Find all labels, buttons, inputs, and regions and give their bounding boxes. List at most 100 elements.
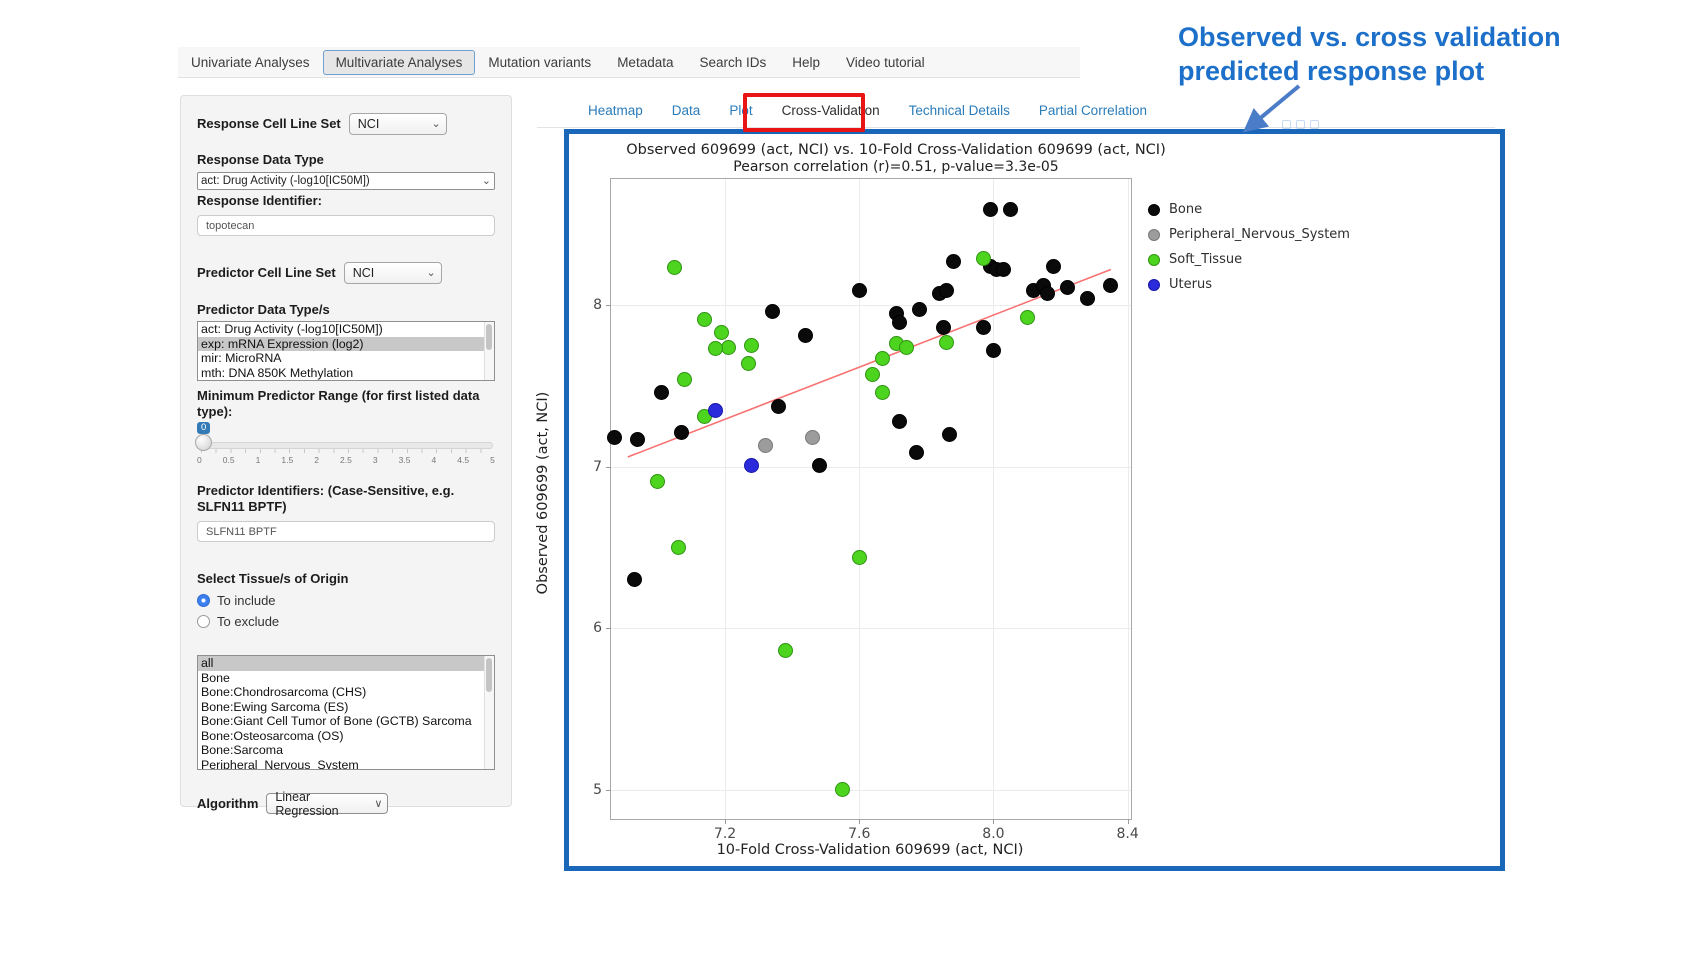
nav-tab-metadata[interactable]: Metadata <box>604 50 686 75</box>
radio-button-icon[interactable] <box>197 594 210 607</box>
slider-tick-label: 0.5 <box>223 455 235 465</box>
nav-tab-help[interactable]: Help <box>779 50 833 75</box>
algorithm-value: Linear Regression <box>275 790 368 818</box>
plot-legend: Bone Peripheral_Nervous_System Soft_Tissue… <box>1148 202 1350 302</box>
response-cell-line-set-label: Response Cell Line Set <box>197 116 341 132</box>
slider-tick-label: 4.5 <box>457 455 469 465</box>
slider-tick-label: 2.5 <box>340 455 352 465</box>
nav-tab-multivariate-analyses[interactable]: Multivariate Analyses <box>323 50 476 75</box>
plot-title: Observed 609699 (act, NCI) vs. 10-Fold C… <box>566 142 1226 158</box>
tab-partial-correlation[interactable]: Partial Correlation <box>1037 99 1149 122</box>
predictor-cell-line-set-value: NCI <box>353 266 375 280</box>
predictor-data-types-label: Predictor Data Type/s <box>197 302 495 318</box>
algorithm-select[interactable]: Linear Regression ∨ <box>266 793 388 814</box>
blue-annotation-box <box>564 129 1505 871</box>
scrollbar-thumb[interactable] <box>486 658 492 692</box>
callout-arrow-icon <box>1235 78 1310 140</box>
tissue-option-peripheral-nervous-system[interactable]: Peripheral_Nervous_System <box>198 758 494 771</box>
response-identifier-input[interactable] <box>197 215 495 236</box>
legend-dot-icon <box>1148 229 1160 241</box>
radio-to-include[interactable]: To include <box>197 592 495 608</box>
predictor-data-types-listbox[interactable]: act: Drug Activity (-log10[IC50M])exp: m… <box>197 321 495 381</box>
radio-to-exclude[interactable]: To exclude <box>197 613 495 629</box>
sidebar-panel: Response Cell Line Set NCI ⌄ Response Da… <box>180 95 512 807</box>
tissue-origin-radio-group: To include To exclude <box>197 592 495 629</box>
nav-tab-video-tutorial[interactable]: Video tutorial <box>833 50 938 75</box>
scrollbar[interactable] <box>484 656 494 769</box>
radio-label: To exclude <box>217 614 279 629</box>
tissue-option-bone-sarcoma[interactable]: Bone:Sarcoma <box>198 743 494 758</box>
chevron-down-icon: ⌄ <box>432 119 441 129</box>
min-predictor-range-label: Minimum Predictor Range (for first liste… <box>197 388 495 420</box>
radio-label: To include <box>217 593 276 608</box>
tissue-option-bone-giant-cell-tumor-of-bone-gctb-sarcoma[interactable]: Bone:Giant Cell Tumor of Bone (GCTB) Sar… <box>198 714 494 729</box>
predictor-identifiers-input[interactable] <box>197 521 495 542</box>
slider-tick-label: 0 <box>197 455 202 465</box>
tissue-option-bone-chondrosarcoma-chs[interactable]: Bone:Chondrosarcoma (CHS) <box>198 685 494 700</box>
legend-label: Soft_Tissue <box>1169 252 1242 267</box>
tab-data[interactable]: Data <box>670 99 703 122</box>
legend-label: Bone <box>1169 202 1202 217</box>
chevron-down-icon: ∨ <box>374 799 382 809</box>
algorithm-label: Algorithm <box>197 796 258 812</box>
tissue-option-all[interactable]: all <box>198 656 494 671</box>
response-identifier-label: Response Identifier: <box>197 193 495 209</box>
response-cell-line-set-value: NCI <box>358 117 380 131</box>
legend-dot-icon <box>1148 254 1160 266</box>
slider-tick-label: 1.5 <box>281 455 293 465</box>
legend-dot-icon <box>1148 204 1160 216</box>
modebar-icon[interactable] <box>1310 120 1319 129</box>
red-highlight-box <box>743 93 865 132</box>
tissue-origin-listbox[interactable]: allBoneBone:Chondrosarcoma (CHS)Bone:Ewi… <box>197 655 495 770</box>
nav-tab-search-ids[interactable]: Search IDs <box>686 50 779 75</box>
slider-tick-label: 2 <box>314 455 319 465</box>
legend-label: Uterus <box>1169 277 1212 292</box>
legend-item-peripheral-nervous-system[interactable]: Peripheral_Nervous_System <box>1148 227 1350 242</box>
result-tabs: HeatmapDataPlotCross-ValidationTechnical… <box>586 99 1149 122</box>
nav-tab-univariate-analyses[interactable]: Univariate Analyses <box>178 50 323 75</box>
slider-tick-label: 1 <box>256 455 261 465</box>
min-predictor-range-slider[interactable]: 0 0 0.5 1 1.5 2 2.5 3 3.5 4 4.5 5 <box>197 422 495 474</box>
slider-value-badge: 0 <box>197 422 210 434</box>
response-data-type-select[interactable]: act: Drug Activity (-log10[IC50M]) ⌄ <box>197 172 495 190</box>
slider-tick-label: 5 <box>490 455 495 465</box>
tab-underline <box>537 127 1495 128</box>
predictor-cell-line-set-label: Predictor Cell Line Set <box>197 265 336 281</box>
slider-track[interactable] <box>197 442 493 449</box>
top-navigation: Univariate AnalysesMultivariate Analyses… <box>178 47 1080 78</box>
chevron-down-icon: ⌄ <box>426 268 435 278</box>
scrollbar-thumb[interactable] <box>486 324 492 350</box>
legend-item-uterus[interactable]: Uterus <box>1148 277 1350 292</box>
predictor-data-type-option-mth-dna-850k-methylation[interactable]: mth: DNA 850K Methylation <box>198 366 494 381</box>
plot-subtitle: Pearson correlation (r)=0.51, p-value=3.… <box>566 159 1226 175</box>
chevron-down-icon: ⌄ <box>482 176 491 186</box>
response-data-type-value: act: Drug Activity (-log10[IC50M]) <box>201 175 370 187</box>
legend-label: Peripheral_Nervous_System <box>1169 227 1350 242</box>
slider-tick-marks <box>201 449 489 453</box>
slider-tick-label: 3 <box>373 455 378 465</box>
legend-item-bone[interactable]: Bone <box>1148 202 1350 217</box>
callout-line1: Observed vs. cross validation <box>1178 20 1561 54</box>
tissue-option-bone-ewing-sarcoma-es[interactable]: Bone:Ewing Sarcoma (ES) <box>198 700 494 715</box>
slider-tick-label: 3.5 <box>399 455 411 465</box>
tissue-option-bone[interactable]: Bone <box>198 671 494 686</box>
predictor-cell-line-set-select[interactable]: NCI ⌄ <box>344 262 442 284</box>
tissue-origin-label: Select Tissue/s of Origin <box>197 571 495 587</box>
predictor-data-type-option-mir-microrna[interactable]: mir: MicroRNA <box>198 351 494 366</box>
tab-technical-details[interactable]: Technical Details <box>907 99 1012 122</box>
radio-button-icon[interactable] <box>197 615 210 628</box>
response-cell-line-set-select[interactable]: NCI ⌄ <box>349 113 447 135</box>
predictor-identifiers-label: Predictor Identifiers: (Case-Sensitive, … <box>197 483 495 515</box>
predictor-data-type-option-exp-mrna-expression-log2[interactable]: exp: mRNA Expression (log2) <box>198 337 494 352</box>
slider-tick-label: 4 <box>432 455 437 465</box>
legend-item-soft-tissue[interactable]: Soft_Tissue <box>1148 252 1350 267</box>
predictor-data-type-option-act-drug-activity-log10-ic50m[interactable]: act: Drug Activity (-log10[IC50M]) <box>198 322 494 337</box>
y-axis-title: Observed 609699 (act, NCI) <box>535 392 551 595</box>
app-root: Univariate AnalysesMultivariate Analyses… <box>0 0 1700 956</box>
tab-heatmap[interactable]: Heatmap <box>586 99 645 122</box>
scrollbar[interactable] <box>484 322 494 380</box>
slider-handle[interactable] <box>195 434 212 451</box>
slider-tick-labels: 0 0.5 1 1.5 2 2.5 3 3.5 4 4.5 5 <box>197 455 495 465</box>
nav-tab-mutation-variants[interactable]: Mutation variants <box>475 50 604 75</box>
tissue-option-bone-osteosarcoma-os[interactable]: Bone:Osteosarcoma (OS) <box>198 729 494 744</box>
